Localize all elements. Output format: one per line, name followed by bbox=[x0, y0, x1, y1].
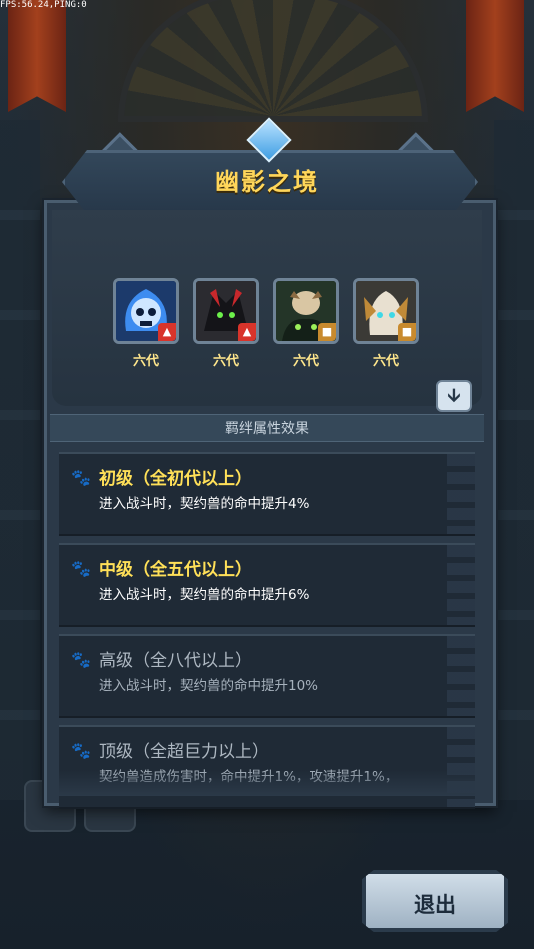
paw-icon: 🐾 bbox=[71, 559, 91, 578]
bond-level: 高级（全八代以上） bbox=[99, 651, 252, 671]
dialog-title: 幽影之境 bbox=[215, 168, 319, 196]
exit-button[interactable]: 退出 bbox=[362, 870, 508, 932]
bond-description: 进入战斗时，契约兽的命中提升6% bbox=[99, 587, 310, 603]
fire-element-icon: ▲ bbox=[158, 323, 176, 341]
earth-element-icon: ■ bbox=[398, 323, 416, 341]
paw-icon: 🐾 bbox=[71, 741, 91, 760]
pet-slot-3[interactable]: ■ bbox=[273, 278, 339, 344]
bond-effect-card: 🐾 初级（全初代以上） 进入战斗时，契约兽的命中提升4% bbox=[59, 452, 475, 536]
section-title: 羁绊属性效果 bbox=[225, 421, 309, 437]
pet-generation-4: 六代 bbox=[372, 354, 399, 369]
bond-description: 进入战斗时，契约兽的命中提升4% bbox=[99, 496, 310, 512]
bond-level: 初级（全初代以上） bbox=[99, 469, 252, 489]
list-fade bbox=[50, 770, 484, 796]
pet-slot-1[interactable]: ▲ bbox=[113, 278, 179, 344]
pet-generation-3: 六代 bbox=[292, 354, 319, 369]
paw-icon: 🐾 bbox=[71, 468, 91, 487]
card-decoration bbox=[447, 454, 475, 534]
fps-counter: FPS:56.24,PING:0 bbox=[0, 0, 87, 10]
bond-level: 中级（全五代以上） bbox=[99, 560, 252, 580]
earth-element-icon: ■ bbox=[318, 323, 336, 341]
pet-slot-4[interactable]: ■ bbox=[353, 278, 419, 344]
card-decoration bbox=[447, 636, 475, 716]
fire-element-icon: ▲ bbox=[238, 323, 256, 341]
right-pillar bbox=[494, 120, 534, 800]
left-banner bbox=[8, 0, 66, 112]
left-pillar bbox=[0, 120, 40, 800]
bond-description: 进入战斗时，契约兽的命中提升10% bbox=[99, 678, 319, 694]
bond-effect-card: 🐾 顶级（全超巨力以上） 契约兽造成伤害时，命中提升1%，攻速提升1%， bbox=[59, 725, 475, 809]
bond-effect-card: 🐾 中级（全五代以上） 进入战斗时，契约兽的命中提升6% bbox=[59, 543, 475, 627]
arrow-down-icon[interactable]: 🡫 bbox=[436, 380, 472, 412]
card-decoration bbox=[447, 545, 475, 625]
bond-level: 顶级（全超巨力以上） bbox=[99, 742, 269, 762]
pet-slot-2[interactable]: ▲ bbox=[193, 278, 259, 344]
pet-generation-2: 六代 bbox=[212, 354, 239, 369]
pet-generation-1: 六代 bbox=[132, 354, 159, 369]
right-banner bbox=[466, 0, 524, 112]
bond-effect-card: 🐾 高级（全八代以上） 进入战斗时，契约兽的命中提升10% bbox=[59, 634, 475, 718]
paw-icon: 🐾 bbox=[71, 650, 91, 669]
